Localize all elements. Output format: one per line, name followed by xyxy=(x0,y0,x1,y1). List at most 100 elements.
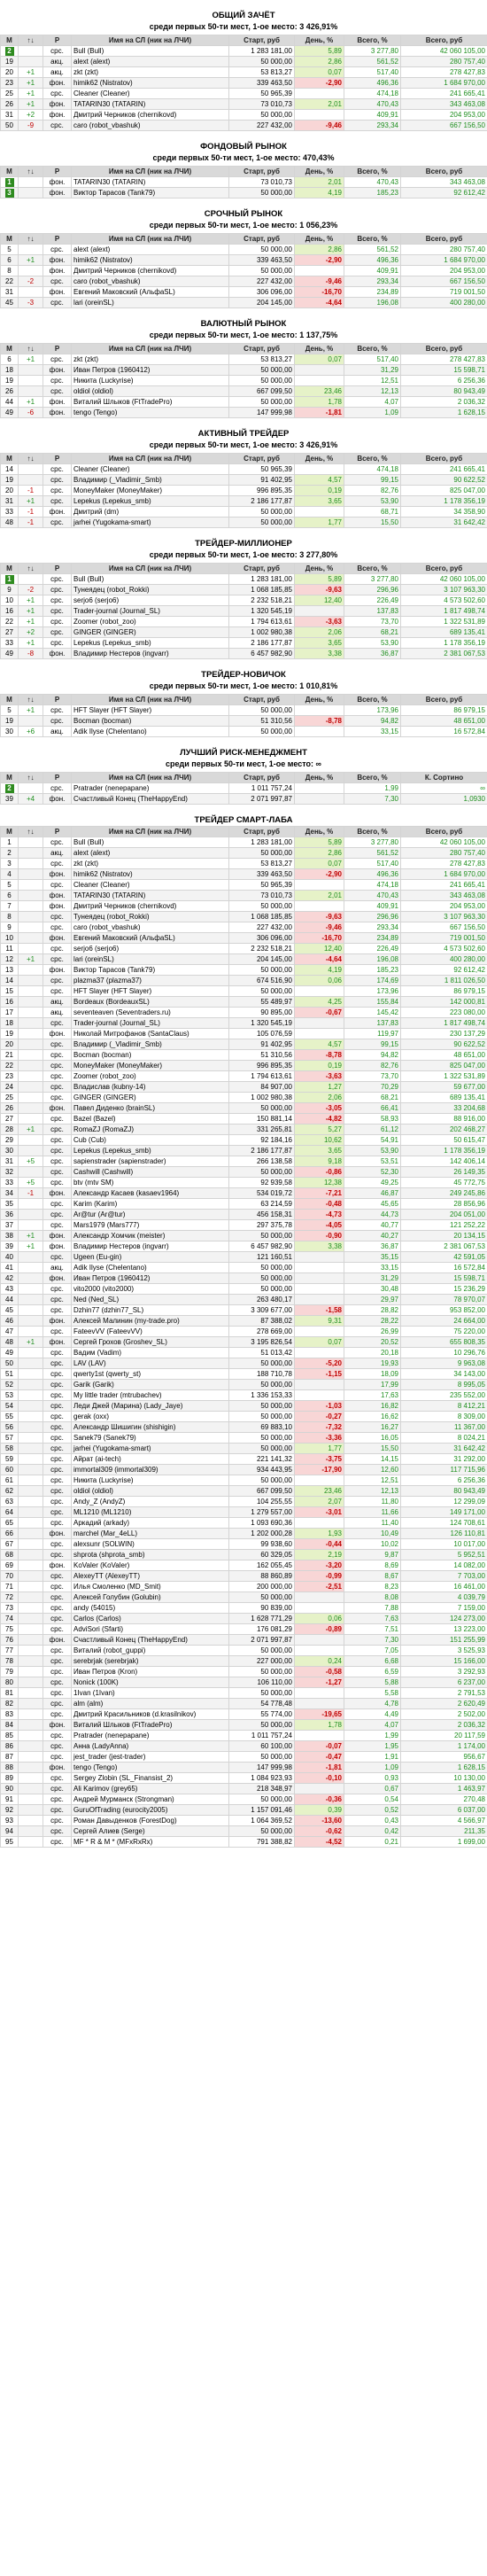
name-cell[interactable]: Павел Диденко (brainSL) xyxy=(71,1102,229,1114)
name-cell[interactable]: immortal309 (immortal309) xyxy=(71,1464,229,1475)
name-cell[interactable]: Andy_Z (AndyZ) xyxy=(71,1496,229,1507)
name-cell[interactable]: Владимир (_Vladimir_Smb) xyxy=(71,1039,229,1050)
col-market-header[interactable]: Р xyxy=(43,772,72,783)
name-cell[interactable]: Иван Петров (1960412) xyxy=(71,1272,229,1284)
col-change-header[interactable]: ↑↓ xyxy=(18,826,43,837)
name-cell[interactable]: Pratrader (nenepapane) xyxy=(71,1730,229,1741)
name-cell[interactable]: tengo (Tengo) xyxy=(71,1762,229,1773)
name-cell[interactable]: alext (alext) xyxy=(71,244,229,255)
name-cell[interactable]: ML1210 (ML1210) xyxy=(71,1506,229,1518)
name-cell[interactable]: GuruOfTrading (eurocity2005) xyxy=(71,1804,229,1816)
col-start-header[interactable]: Старт, руб xyxy=(228,35,295,46)
name-cell[interactable]: seventeaven (Seventraders.ru) xyxy=(71,1007,229,1018)
name-cell[interactable]: Евгений Маковский (АльфаSL) xyxy=(71,286,229,298)
name-cell[interactable]: Тунеядец (robot_Rokki) xyxy=(71,584,229,595)
name-cell[interactable]: Александр Шишигин (shishigin) xyxy=(71,1421,229,1433)
name-cell[interactable]: Ar@tur (Ar@tur) xyxy=(71,1209,229,1220)
name-cell[interactable]: AdviSori (Sfarti) xyxy=(71,1623,229,1635)
name-cell[interactable]: Иван Петров (1960412) xyxy=(71,364,229,376)
col-total-rub-header[interactable]: Всего, руб xyxy=(400,35,487,46)
col-total-rub-header[interactable]: Всего, руб xyxy=(400,233,487,245)
name-cell[interactable]: caro (robot_vbashuk) xyxy=(71,276,229,287)
name-cell[interactable]: Ugeen (Eu-gin) xyxy=(71,1251,229,1263)
name-cell[interactable]: Bazel (Bazel) xyxy=(71,1113,229,1125)
name-cell[interactable]: Bocman (bocman) xyxy=(71,1049,229,1061)
col-change-header[interactable]: ↑↓ xyxy=(18,35,43,46)
col-place-header[interactable]: М xyxy=(0,772,19,783)
name-cell[interactable]: Sanek79 (Sanek79) xyxy=(71,1432,229,1444)
name-cell[interactable]: Виктор Тарасов (Tank79) xyxy=(71,187,229,198)
col-start-header[interactable]: Старт, руб xyxy=(228,826,295,837)
col-place-header[interactable]: М xyxy=(0,826,19,837)
col-name-header[interactable]: Имя на СЛ (ник на ЛЧИ) xyxy=(71,233,229,245)
name-cell[interactable]: TATARIN30 (TATARIN) xyxy=(71,890,229,901)
name-cell[interactable]: Дмитрий Черников (chernikovd) xyxy=(71,109,229,121)
name-cell[interactable]: Виталий Шлыков (FtTradePro) xyxy=(71,1719,229,1731)
name-cell[interactable]: gerak (oxx) xyxy=(71,1411,229,1422)
name-cell[interactable]: sapienstrader (sapienstrader) xyxy=(71,1156,229,1167)
col-total-pct-header[interactable]: Всего, % xyxy=(344,453,401,464)
col-total-rub-header[interactable]: Всего, руб xyxy=(400,343,487,354)
col-market-header[interactable]: Р xyxy=(43,694,72,705)
name-cell[interactable]: Cashwill (Cashwill) xyxy=(71,1166,229,1178)
name-cell[interactable]: serjo6 (serjo6) xyxy=(71,943,229,954)
col-start-header[interactable]: Старт, руб xyxy=(228,563,295,574)
name-cell[interactable]: Bocman (bocman) xyxy=(71,715,229,727)
col-name-header[interactable]: Имя на СЛ (ник на ЛЧИ) xyxy=(71,453,229,464)
name-cell[interactable]: oldiol (oldiol) xyxy=(71,1485,229,1497)
col-name-header[interactable]: Имя на СЛ (ник на ЛЧИ) xyxy=(71,772,229,783)
name-cell[interactable]: Анна (LadyAnna) xyxy=(71,1740,229,1752)
name-cell[interactable]: Виктор Тарасов (Tank79) xyxy=(71,964,229,976)
name-cell[interactable]: Lepekus (Lepekus_smb) xyxy=(71,1145,229,1156)
col-day-header[interactable]: День, % xyxy=(294,35,344,46)
name-cell[interactable]: Андрей Мурманск (Strongman) xyxy=(71,1794,229,1805)
col-change-header[interactable]: ↑↓ xyxy=(18,343,43,354)
name-cell[interactable]: Виталий (robot_guppi) xyxy=(71,1645,229,1656)
name-cell[interactable]: Владимир Нестеров (ingvarr) xyxy=(71,648,229,659)
col-day-header[interactable]: День, % xyxy=(294,343,344,354)
name-cell[interactable]: lari (oreinSL) xyxy=(71,953,229,965)
name-cell[interactable]: Тунеядец (robot_Rokki) xyxy=(71,911,229,922)
name-cell[interactable]: 1Ivan (1Ivan) xyxy=(71,1687,229,1699)
name-cell[interactable]: HFT Slayer (HFT Slayer) xyxy=(71,704,229,716)
name-cell[interactable]: serebrjak (serebrjak) xyxy=(71,1655,229,1667)
col-name-header[interactable]: Имя на СЛ (ник на ЛЧИ) xyxy=(71,826,229,837)
col-total-pct-header[interactable]: Всего, % xyxy=(344,233,401,245)
name-cell[interactable]: TATARIN30 (TATARIN) xyxy=(71,98,229,110)
name-cell[interactable]: lari (oreinSL) xyxy=(71,297,229,308)
name-cell[interactable]: marchel (Mar_4eLL) xyxy=(71,1528,229,1539)
name-cell[interactable]: Роман Давыденков (ForestDog) xyxy=(71,1815,229,1826)
col-total-pct-header[interactable]: Всего, % xyxy=(344,563,401,574)
col-start-header[interactable]: Старт, руб xyxy=(228,772,295,783)
name-cell[interactable]: Zoomer (robot_zoo) xyxy=(71,616,229,627)
name-cell[interactable]: Айрат (ai-tech) xyxy=(71,1453,229,1465)
name-cell[interactable]: GINGER (GINGER) xyxy=(71,626,229,638)
name-cell[interactable]: MoneyMaker (MoneyMaker) xyxy=(71,485,229,496)
name-cell[interactable]: qwerty1st (qwerty_st) xyxy=(71,1368,229,1380)
col-total-pct-header[interactable]: Всего, % xyxy=(344,343,401,354)
name-cell[interactable]: Ned (Ned_SL) xyxy=(71,1294,229,1305)
col-total-rub-header[interactable]: Всего, руб xyxy=(400,166,487,177)
name-cell[interactable]: Владимир Нестеров (ingvarr) xyxy=(71,1241,229,1252)
col-total-pct-header[interactable]: Всего, % xyxy=(344,826,401,837)
name-cell[interactable]: Владимир (_Vladimir_Smb) xyxy=(71,474,229,486)
col-place-header[interactable]: М xyxy=(0,563,19,574)
col-total-rub-header[interactable]: Всего, руб xyxy=(400,563,487,574)
name-cell[interactable]: Bull (Bull) xyxy=(71,45,229,57)
name-cell[interactable]: Никита (Luckyrise) xyxy=(71,375,229,386)
name-cell[interactable]: andy (54015) xyxy=(71,1602,229,1614)
name-cell[interactable]: plazma37 (plazma37) xyxy=(71,975,229,986)
name-cell[interactable]: Дмитрий Красильников (d.krasilnikov) xyxy=(71,1708,229,1720)
col-day-header[interactable]: День, % xyxy=(294,694,344,705)
col-market-header[interactable]: Р xyxy=(43,343,72,354)
name-cell[interactable]: alext (alext) xyxy=(71,847,229,859)
col-day-header[interactable]: День, % xyxy=(294,166,344,177)
name-cell[interactable]: Дмитрий (dm) xyxy=(71,506,229,518)
col-total-pct-header[interactable]: Всего, % xyxy=(344,694,401,705)
name-cell[interactable]: MF * R & M * (MFxRxRx) xyxy=(71,1836,229,1848)
col-market-header[interactable]: Р xyxy=(43,453,72,464)
name-cell[interactable]: Аркадий (arkady) xyxy=(71,1517,229,1529)
name-cell[interactable]: Dzhin77 (dzhin77_SL) xyxy=(71,1304,229,1316)
name-cell[interactable]: himik62 (Nistratov) xyxy=(71,77,229,89)
col-place-header[interactable]: М xyxy=(0,343,19,354)
